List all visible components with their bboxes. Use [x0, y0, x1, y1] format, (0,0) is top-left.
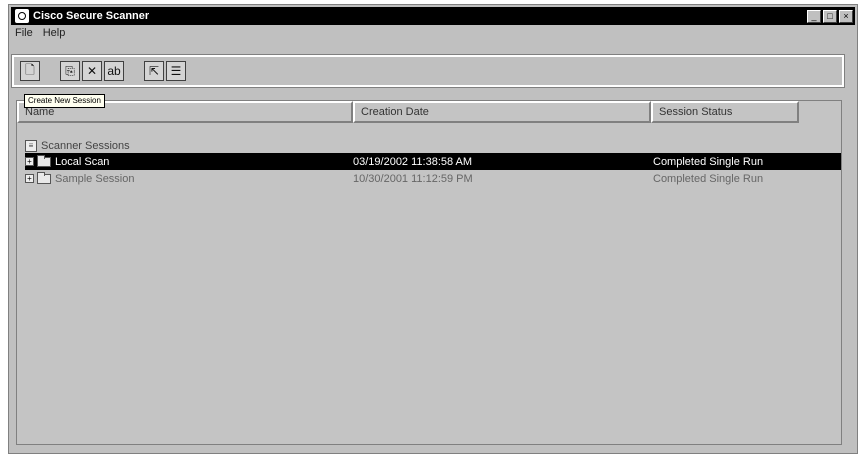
app-icon[interactable]	[15, 9, 29, 23]
properties-icon[interactable]: ☰	[166, 61, 186, 81]
creation-date: 03/19/2002 11:38:58 AM	[353, 155, 473, 168]
menu-bar: File Help	[15, 27, 65, 43]
session-name: Local Scan	[55, 155, 110, 168]
list-item[interactable]: + Local Scan 03/19/2002 11:38:58 AM Comp…	[25, 153, 841, 170]
list-header: Name Creation Date Session Status	[17, 101, 799, 125]
window-controls: _ □ ×	[807, 9, 853, 23]
folder-icon	[37, 171, 51, 184]
minimize-button[interactable]: _	[807, 9, 821, 23]
delete-icon[interactable]: ✕	[82, 61, 102, 81]
open-session-icon[interactable]: ⎘	[60, 61, 80, 81]
menu-file[interactable]: File	[15, 27, 33, 43]
session-status: Completed Single Run	[653, 155, 764, 168]
folder-icon	[37, 154, 51, 167]
session-status: Completed Single Run	[653, 172, 764, 185]
session-name: Sample Session	[55, 172, 135, 185]
toolbar: 🗋 ⎘ ✕ ab ⇱ ☰	[11, 54, 845, 88]
creation-date: 10/30/2001 11:12:59 PM	[353, 172, 473, 185]
tree-root-label: Scanner Sessions	[41, 139, 130, 152]
window-title: Cisco Secure Scanner	[33, 10, 150, 22]
menu-help[interactable]: Help	[43, 27, 66, 43]
list-item[interactable]: + Sample Session 10/30/2001 11:12:59 PM …	[25, 170, 841, 187]
session-list[interactable]: Name Creation Date Session Status ≡ Scan…	[16, 100, 842, 445]
expand-icon[interactable]: +	[25, 174, 34, 183]
close-button[interactable]: ×	[839, 9, 853, 23]
tree-root[interactable]: ≡ Scanner Sessions	[25, 137, 841, 154]
name-cell: + Sample Session	[25, 171, 353, 185]
tooltip: Create New Session	[24, 94, 105, 108]
column-header-creation-date[interactable]: Creation Date	[353, 101, 651, 123]
expand-icon[interactable]: +	[25, 157, 34, 166]
scanner-sessions-icon: ≡	[25, 139, 37, 152]
rename-icon[interactable]: ab	[104, 61, 124, 81]
name-cell: + Local Scan	[25, 154, 353, 168]
column-header-session-status[interactable]: Session Status	[651, 101, 799, 123]
title-bar[interactable]: Cisco Secure Scanner _ □ ×	[11, 7, 855, 25]
maximize-button[interactable]: □	[823, 9, 837, 23]
new-session-icon[interactable]: 🗋	[20, 61, 40, 81]
export-icon[interactable]: ⇱	[144, 61, 164, 81]
tree-root-cell: ≡ Scanner Sessions	[25, 139, 353, 152]
